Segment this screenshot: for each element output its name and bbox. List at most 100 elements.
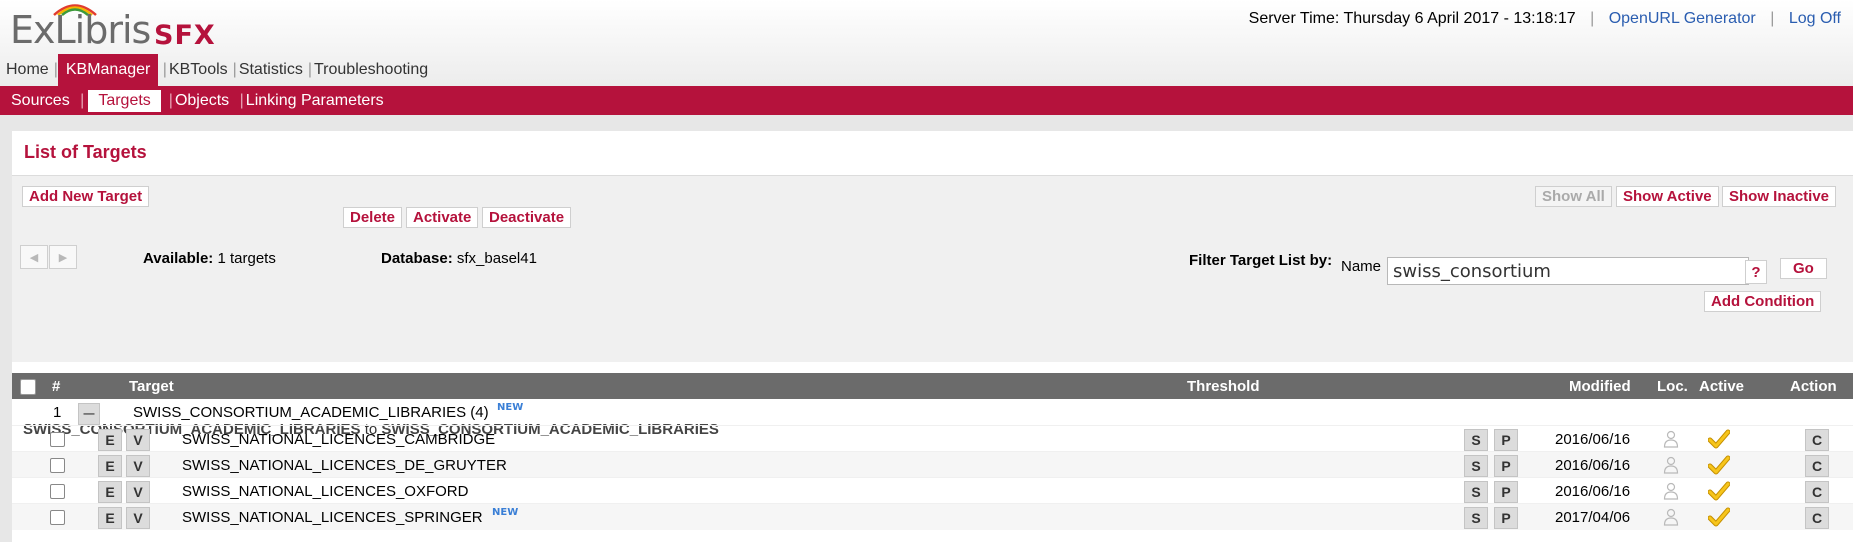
logo-exlibris-text: ExLibris bbox=[10, 8, 151, 52]
services-button[interactable]: S bbox=[1464, 455, 1488, 477]
portfolios-button[interactable]: P bbox=[1494, 455, 1518, 477]
page-title: List of Targets bbox=[24, 142, 147, 162]
available-label: Available: bbox=[143, 250, 214, 267]
available-info: Available: 1 targets bbox=[143, 250, 276, 267]
target-name[interactable]: SWISS_NATIONAL_LICENCES_OXFORD bbox=[182, 483, 468, 500]
checkmark-icon[interactable] bbox=[1708, 429, 1730, 449]
person-icon[interactable] bbox=[1663, 482, 1679, 500]
group-name[interactable]: SWISS_CONSORTIUM_ACADEMIC_LIBRARIES (4) bbox=[133, 404, 489, 421]
subnav-objects[interactable]: Objects bbox=[173, 92, 235, 110]
header-threshold: Threshold bbox=[1187, 378, 1260, 395]
new-badge: NEW bbox=[492, 507, 519, 518]
copy-button[interactable]: C bbox=[1805, 507, 1829, 529]
nav-troubleshooting[interactable]: Troubleshooting bbox=[312, 54, 433, 86]
header-loc: Loc. bbox=[1657, 378, 1688, 395]
filter-label: Filter Target List by: bbox=[1189, 252, 1332, 269]
sub-nav: Sources | Targets | Objects | Linking Pa… bbox=[0, 86, 1853, 115]
target-name[interactable]: SWISS_NATIONAL_LICENCES_SPRINGER bbox=[182, 509, 483, 526]
deactivate-button[interactable]: Deactivate bbox=[482, 207, 572, 228]
add-new-target-button[interactable]: Add New Target bbox=[22, 186, 150, 207]
table-row: E V SWISS_NATIONAL_LICENCES_CAMBRIDGE S P 201… bbox=[12, 425, 1853, 452]
collapse-icon[interactable]: — bbox=[78, 403, 100, 425]
activate-button[interactable]: Activate bbox=[406, 207, 479, 228]
logo-sfx-text: SFX bbox=[154, 20, 216, 51]
services-button[interactable]: S bbox=[1464, 429, 1488, 451]
openurl-generator-link[interactable]: OpenURL Generator bbox=[1609, 10, 1756, 27]
filter-field-label: Name bbox=[1341, 258, 1382, 275]
select-all-checkbox[interactable] bbox=[20, 379, 36, 395]
help-button[interactable]: ? bbox=[1745, 260, 1767, 284]
person-icon[interactable] bbox=[1663, 508, 1679, 526]
edit-button[interactable]: E bbox=[98, 481, 122, 503]
row-checkbox[interactable] bbox=[50, 484, 65, 499]
row-checkbox[interactable] bbox=[50, 458, 65, 473]
checkmark-icon[interactable] bbox=[1708, 507, 1730, 527]
subnav-linking-parameters[interactable]: Linking Parameters bbox=[244, 92, 390, 110]
table-row: E V SWISS_NATIONAL_LICENCES_DE_GRUYTER S P 20… bbox=[12, 451, 1853, 478]
nav-home[interactable]: Home bbox=[0, 54, 54, 86]
header-num: # bbox=[52, 378, 61, 395]
header-target[interactable]: Target bbox=[129, 378, 174, 395]
checkmark-icon[interactable] bbox=[1708, 481, 1730, 501]
header-active[interactable]: Active bbox=[1699, 378, 1744, 395]
nav-statistics[interactable]: Statistics bbox=[237, 54, 308, 86]
new-badge: NEW bbox=[497, 402, 524, 413]
modified-date: 2016/06/16 bbox=[1555, 457, 1631, 474]
separator: | bbox=[75, 91, 85, 109]
add-condition-button[interactable]: Add Condition bbox=[1704, 291, 1822, 312]
nav-kbtools[interactable]: KBTools bbox=[167, 54, 233, 86]
copy-button[interactable]: C bbox=[1805, 429, 1829, 451]
database-label: Database: bbox=[381, 250, 453, 267]
header-modified[interactable]: Modified bbox=[1569, 378, 1631, 395]
show-inactive-button[interactable]: Show Inactive bbox=[1722, 186, 1837, 207]
edit-button[interactable]: E bbox=[98, 455, 122, 477]
copy-button[interactable]: C bbox=[1805, 481, 1829, 503]
main-nav: Home | KBManager | KBTools | Statistics … bbox=[0, 54, 433, 86]
subnav-targets[interactable]: Targets bbox=[88, 89, 161, 112]
nav-kbmanager[interactable]: KBManager bbox=[57, 54, 159, 86]
table-row: E V SWISS_NATIONAL_LICENCES_OXFORD S P 2016/0… bbox=[12, 477, 1853, 504]
checkmark-icon[interactable] bbox=[1708, 455, 1730, 475]
edit-button[interactable]: E bbox=[98, 429, 122, 451]
server-area: Server Time: Thursday 6 April 2017 - 13:… bbox=[1249, 10, 1841, 28]
filter-label-text: Filter Target List by: bbox=[1189, 252, 1333, 269]
delete-button[interactable]: Delete bbox=[343, 207, 403, 228]
copy-button[interactable]: C bbox=[1805, 455, 1829, 477]
subnav-sources[interactable]: Sources bbox=[0, 92, 76, 110]
show-all-button[interactable]: Show All bbox=[1535, 186, 1612, 207]
show-active-button[interactable]: Show Active bbox=[1616, 186, 1719, 207]
person-icon[interactable] bbox=[1663, 430, 1679, 448]
view-button[interactable]: V bbox=[126, 481, 150, 503]
row-checkbox[interactable] bbox=[50, 510, 65, 525]
table-row: E V SWISS_NATIONAL_LICENCES_SPRINGER NEW S P 2… bbox=[12, 503, 1853, 530]
database-info: Database: sfx_basel41 bbox=[381, 250, 537, 267]
target-name[interactable]: SWISS_NATIONAL_LICENCES_CAMBRIDGE bbox=[182, 431, 495, 448]
available-value: 1 targets bbox=[217, 250, 276, 267]
arrow-right-icon[interactable]: ▶ bbox=[49, 245, 77, 269]
target-name[interactable]: SWISS_NATIONAL_LICENCES_DE_GRUYTER bbox=[182, 457, 507, 474]
portfolios-button[interactable]: P bbox=[1494, 481, 1518, 503]
view-button[interactable]: V bbox=[126, 455, 150, 477]
table-header: # Target Threshold Modified Loc. Active … bbox=[12, 373, 1853, 399]
view-button[interactable]: V bbox=[126, 507, 150, 529]
log-off-link[interactable]: Log Off bbox=[1789, 10, 1841, 27]
edit-button[interactable]: E bbox=[98, 507, 122, 529]
separator: | bbox=[1590, 10, 1595, 27]
portfolios-button[interactable]: P bbox=[1494, 507, 1518, 529]
modified-date: 2017/04/06 bbox=[1555, 509, 1631, 526]
server-time: Server Time: Thursday 6 April 2017 - 13:… bbox=[1248, 10, 1576, 27]
group-row: 1 — SWISS_CONSORTIUM_ACADEMIC_LIBRARIES … bbox=[12, 399, 1853, 425]
group-num: 1 bbox=[53, 404, 62, 421]
filter-name-input[interactable] bbox=[1387, 257, 1749, 285]
go-button[interactable]: Go bbox=[1780, 258, 1827, 279]
services-button[interactable]: S bbox=[1464, 481, 1488, 503]
portfolios-button[interactable]: P bbox=[1494, 429, 1518, 451]
arrow-left-icon[interactable]: ◀ bbox=[20, 245, 48, 269]
row-checkbox[interactable] bbox=[50, 432, 65, 447]
view-button[interactable]: V bbox=[126, 429, 150, 451]
person-icon[interactable] bbox=[1663, 456, 1679, 474]
separator: | bbox=[1770, 10, 1775, 27]
services-button[interactable]: S bbox=[1464, 507, 1488, 529]
modified-date: 2016/06/16 bbox=[1555, 431, 1631, 448]
top-bar: ExLibris SFX Server Time: Thursday 6 Apr… bbox=[0, 0, 1853, 86]
